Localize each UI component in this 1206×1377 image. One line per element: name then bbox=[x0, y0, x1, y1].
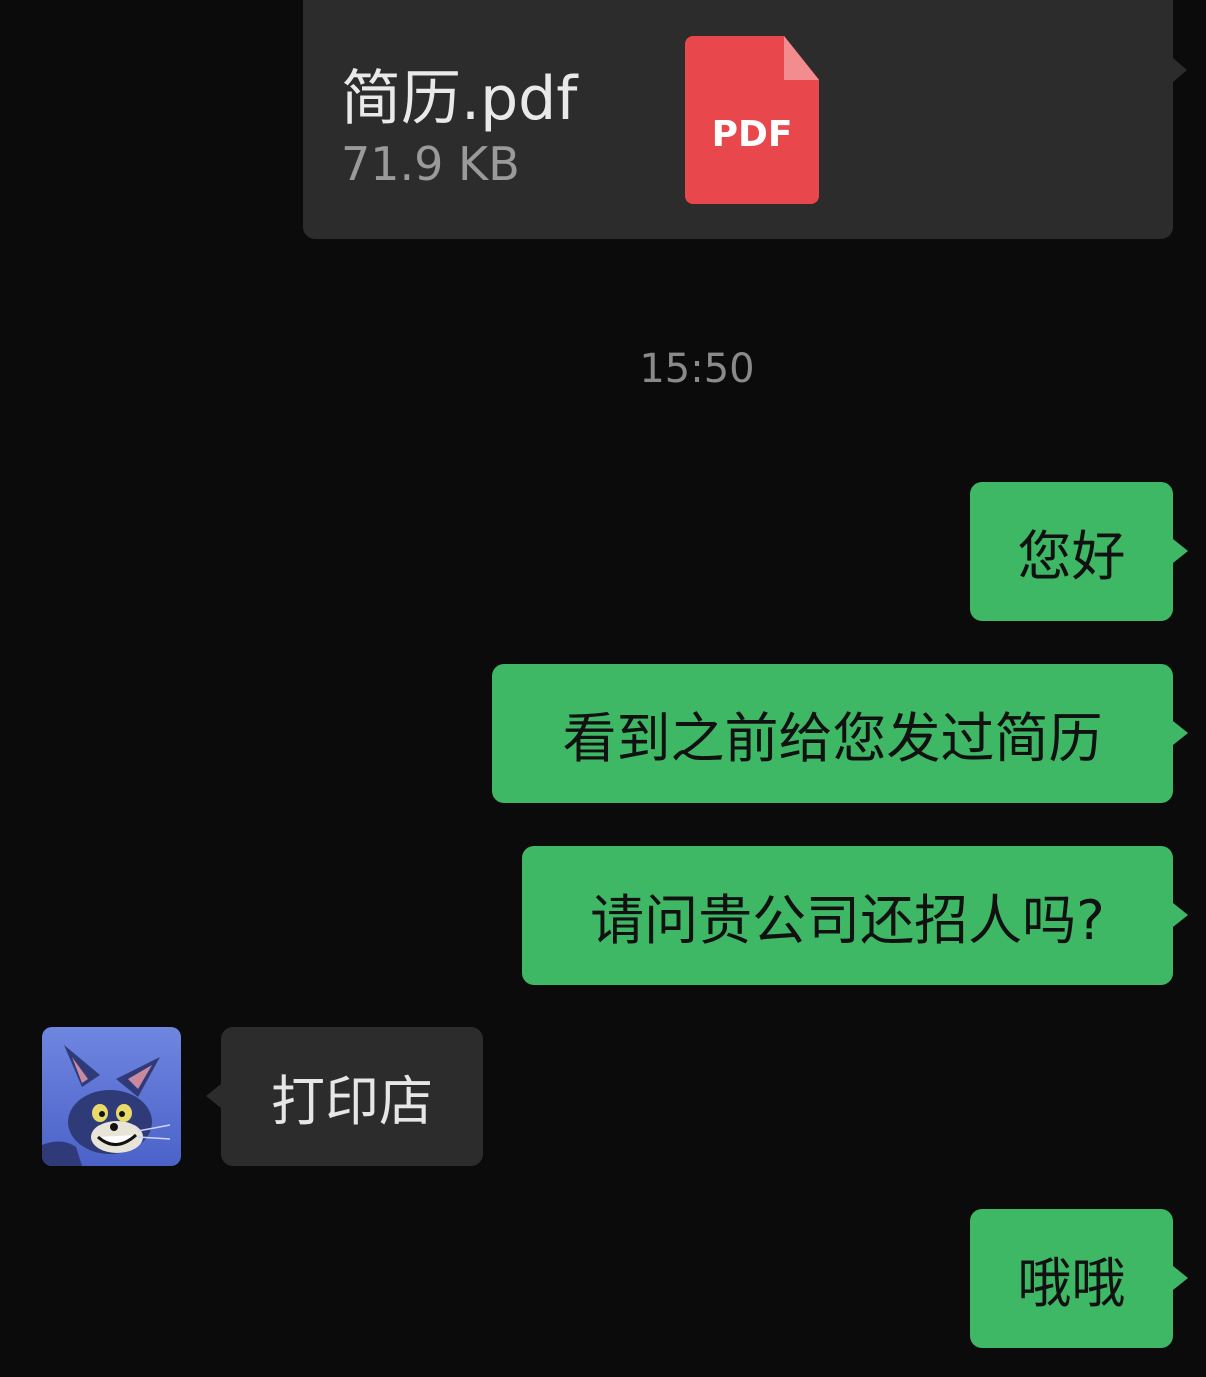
message-text: 哦哦 bbox=[1017, 1252, 1126, 1315]
message-timestamp: 15:50 bbox=[639, 346, 755, 392]
message-text: 请问贵公司还招人吗? bbox=[590, 889, 1105, 952]
message-text: 打印店 bbox=[271, 1070, 433, 1133]
cartoon-cat-avatar-icon bbox=[42, 1045, 171, 1166]
outgoing-message-bubble[interactable]: 请问贵公司还招人吗? bbox=[522, 846, 1188, 985]
message-text: 看到之前给您发过简历 bbox=[562, 707, 1103, 770]
outgoing-message-bubble[interactable]: 看到之前给您发过简历 bbox=[492, 664, 1188, 803]
chat-view: 简历.pdf 71.9 KB PDF 15:50 您好 看到之前给您发过简历 请… bbox=[0, 0, 1206, 1377]
message-text: 您好 bbox=[1017, 525, 1126, 588]
pdf-icon-label: PDF bbox=[711, 114, 793, 155]
outgoing-message-bubble[interactable]: 哦哦 bbox=[970, 1209, 1188, 1348]
file-name: 简历.pdf bbox=[341, 64, 578, 134]
file-size: 71.9 KB bbox=[341, 137, 520, 191]
incoming-message-bubble[interactable]: 打印店 bbox=[206, 1027, 483, 1166]
outgoing-message-bubble[interactable]: 您好 bbox=[970, 482, 1188, 621]
contact-avatar[interactable] bbox=[42, 1027, 181, 1166]
